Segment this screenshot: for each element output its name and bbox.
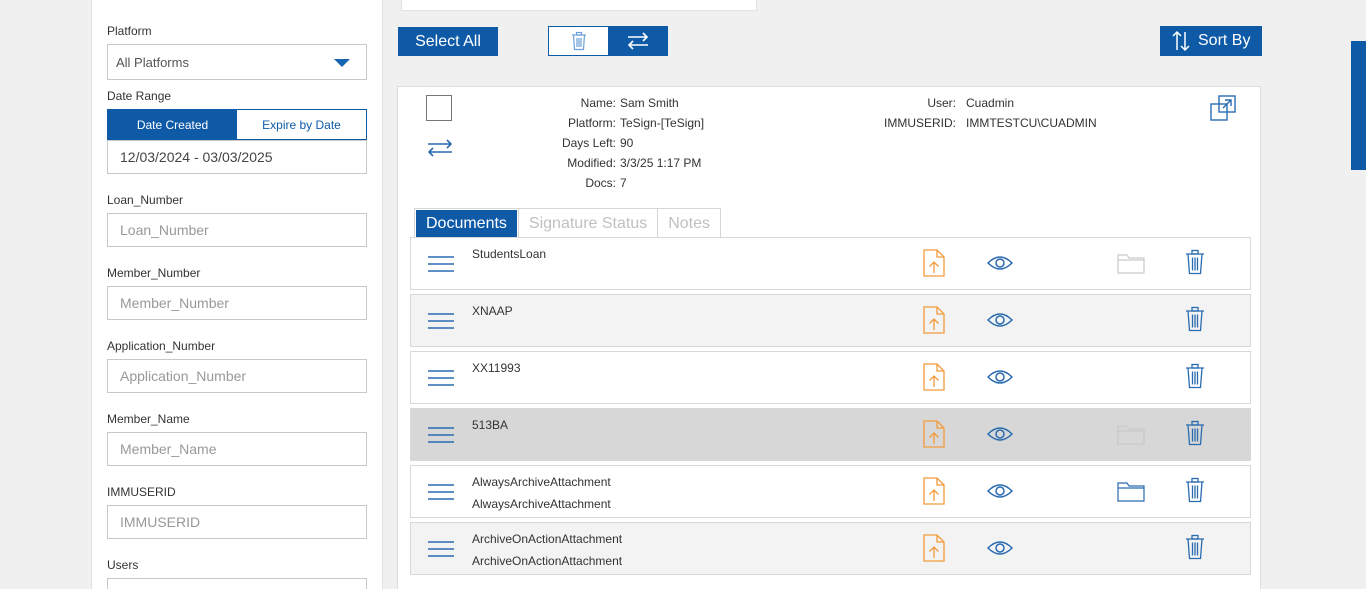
bulk-delete-button[interactable] [549,27,608,55]
name-key: Name: [580,96,616,110]
platform-select[interactable]: All Platforms [107,44,367,80]
bulk-transfer-button[interactable] [608,27,667,55]
swap-arrows-icon[interactable] [426,137,454,159]
sort-arrows-icon [1172,30,1190,52]
view-eye-icon[interactable] [987,254,1013,272]
member-number-label: Member_Number [107,266,201,280]
filter-sidebar: Platform All Platforms Date Range Date C… [91,0,383,589]
date-type-toggle: Date Created Expire by Date [107,109,367,140]
docs-value: 7 [620,176,627,190]
date-range-label: Date Range [107,89,172,103]
application-number-label: Application_Number [107,339,216,353]
folder-icon[interactable] [1117,480,1145,502]
upload-file-icon[interactable] [923,249,945,277]
modified-key: Modified: [567,156,616,170]
trash-icon[interactable] [1185,534,1205,560]
trash-icon[interactable] [1185,420,1205,446]
package-card: Name: Sam Smith Platform: TeSign-[TeSign] … [397,86,1261,589]
document-name: ArchiveOnActionAttachment [472,532,623,546]
sort-by-button[interactable]: Sort By [1160,26,1262,56]
document-row[interactable]: ArchiveOnActionAttachment ArchiveOnAction… [410,522,1251,575]
drag-handle-icon[interactable] [428,426,454,444]
drag-handle-icon[interactable] [428,483,454,501]
folder-icon[interactable] [1117,423,1145,445]
document-row[interactable]: AlwaysArchiveAttachment AlwaysArchiveAtta… [410,465,1251,518]
immuserid-label: IMMUSERID [107,485,176,499]
document-name: XNAAP [472,304,513,318]
document-row[interactable]: StudentsLoan [410,237,1251,290]
side-panel-handle[interactable] [1351,41,1366,170]
platform-value: TeSign-[TeSign] [620,116,705,130]
package-checkbox[interactable] [426,95,452,121]
document-name: AlwaysArchiveAttachment [472,475,611,489]
date-range-input[interactable]: 12/03/2024 - 03/03/2025 [107,140,367,174]
trash-icon[interactable] [1185,306,1205,332]
immuserid-input[interactable]: IMMUSERID [107,505,367,539]
document-name: XX11993 [472,361,521,375]
tab-notes[interactable]: Notes [657,209,721,238]
modified-value: 3/3/25 1:17 PM [620,156,702,170]
days-left-value: 90 [620,136,634,150]
swap-arrows-icon [627,32,648,50]
platform-label: Platform [107,24,152,38]
name-value: Sam Smith [620,96,679,110]
document-name: 513BA [472,418,509,432]
external-link-icon[interactable] [1210,95,1236,121]
loan-number-label: Loan_Number [107,193,184,207]
view-eye-icon[interactable] [987,482,1013,500]
document-row[interactable]: 513BA [410,408,1251,461]
drag-handle-icon[interactable] [428,540,454,558]
drag-handle-icon[interactable] [428,369,454,387]
top-panel-edge [401,0,757,11]
immuserid-value: IMMTESTCU\CUADMIN [966,116,1097,130]
upload-file-icon[interactable] [923,477,945,505]
trash-icon [571,31,586,51]
immuserid-key: IMMUSERID: [884,116,956,130]
users-label: Users [107,558,139,572]
tab-documents[interactable]: Documents [415,209,518,238]
trash-icon[interactable] [1185,363,1205,389]
document-name: StudentsLoan [472,247,547,261]
sort-by-label: Sort By [1198,32,1251,49]
upload-file-icon[interactable] [923,306,945,334]
user-key: User: [927,96,956,110]
document-subname: AlwaysArchiveAttachment [472,497,611,511]
user-value: Cuadmin [966,96,1015,110]
drag-handle-icon[interactable] [428,312,454,330]
view-eye-icon[interactable] [987,311,1013,329]
date-created-toggle[interactable]: Date Created [108,110,237,139]
document-row[interactable]: XNAAP [410,294,1251,347]
document-subname: ArchiveOnActionAttachment [472,554,623,568]
docs-key: Docs: [585,176,616,190]
tab-signature-status[interactable]: Signature Status [517,209,658,238]
view-eye-icon[interactable] [987,539,1013,557]
bulk-action-toggle [548,26,668,56]
upload-file-icon[interactable] [923,534,945,562]
view-eye-icon[interactable] [987,425,1013,443]
chevron-down-icon [334,59,350,67]
upload-file-icon[interactable] [923,363,945,391]
trash-icon[interactable] [1185,249,1205,275]
days-left-key: Days Left: [561,136,616,150]
document-row[interactable]: XX11993 [410,351,1251,404]
drag-handle-icon[interactable] [428,255,454,273]
platform-key: Platform: [567,116,616,130]
package-user-details: User: Cuadmin IMMUSERID: IMMTESTCU\CUADMIN [818,93,1097,133]
application-number-input[interactable]: Application_Number [107,359,367,393]
package-tabs: Documents Signature Status Notes [414,208,722,239]
view-eye-icon[interactable] [987,368,1013,386]
select-all-button[interactable]: Select All [398,27,498,56]
expire-by-date-toggle[interactable]: Expire by Date [237,110,366,139]
member-number-input[interactable]: Member_Number [107,286,367,320]
platform-select-value: All Platforms [116,54,189,70]
member-name-input[interactable]: Member_Name [107,432,367,466]
folder-icon[interactable] [1117,252,1145,274]
trash-icon[interactable] [1185,477,1205,503]
loan-number-input[interactable]: Loan_Number [107,213,367,247]
package-details: Name: Sam Smith Platform: TeSign-[TeSign] … [518,93,704,193]
upload-file-icon[interactable] [923,420,945,448]
users-select[interactable] [107,578,367,589]
member-name-label: Member_Name [107,412,190,426]
